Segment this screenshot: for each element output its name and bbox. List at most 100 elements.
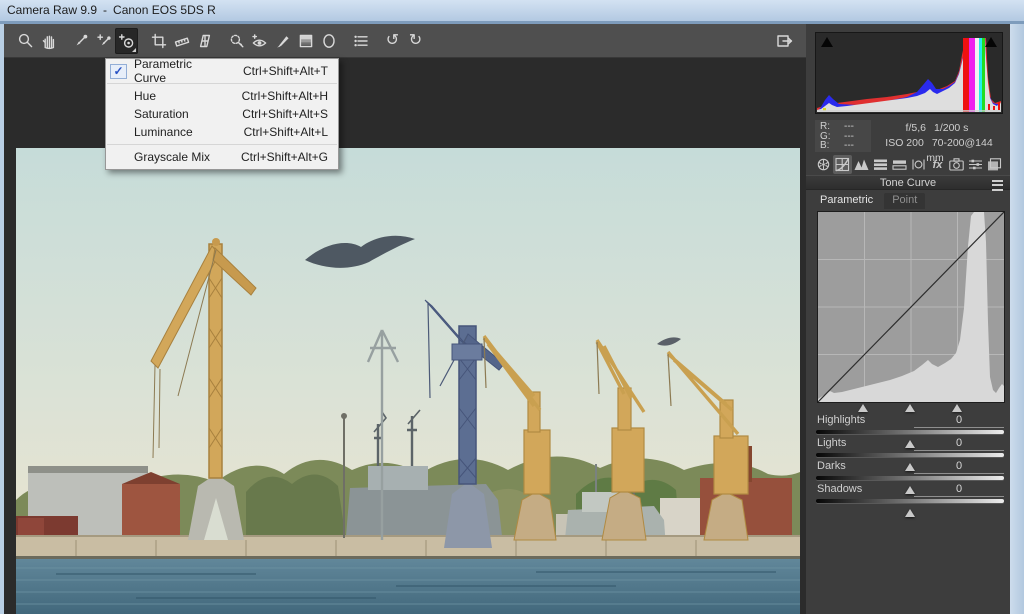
photo-water [16, 559, 800, 614]
toolbar: ↺ ↻ [4, 24, 806, 58]
slider-value-field[interactable]: 0 [914, 460, 1004, 474]
slider-label: Darks [817, 460, 846, 472]
split-toning-icon [891, 157, 908, 172]
shadow-clipping-indicator[interactable] [821, 37, 833, 47]
camera-raw-window: Camera Raw 9.9-Canon EOS 5DS R [0, 0, 1024, 614]
midtone-split-handle[interactable] [905, 404, 915, 412]
aperture-icon [815, 157, 832, 172]
tab-split-toning[interactable] [890, 155, 909, 174]
curve-region-splitters [817, 404, 1005, 413]
tab-point[interactable]: Point [884, 193, 925, 209]
photo-preview[interactable] [16, 148, 800, 614]
slider-track[interactable] [816, 499, 1004, 503]
menu-item-saturation[interactable]: Saturation Ctrl+Shift+Alt+S [106, 105, 338, 123]
adjustment-brush-tool[interactable] [271, 28, 294, 54]
highlight-clipping-indicator[interactable] [985, 37, 997, 47]
menu-item-shortcut: Ctrl+Shift+Alt+T [243, 64, 328, 78]
exposure-info: f/5,61/200 s ISO 20070-200@144 mm [871, 120, 1003, 152]
panel-menu-icon[interactable] [992, 180, 1003, 191]
rotate-ccw-icon: ↺ [386, 33, 399, 49]
tab-tone-curve[interactable] [833, 155, 852, 174]
tab-parametric[interactable]: Parametric [812, 193, 881, 209]
b-label: B: [820, 141, 829, 151]
zoom-tool[interactable] [14, 28, 37, 54]
tab-presets[interactable] [966, 155, 985, 174]
document-title: Canon EOS 5DS R [113, 3, 216, 17]
sharpen-triangles-icon [853, 157, 870, 172]
camera-icon [948, 157, 965, 172]
slider-thumb[interactable] [905, 509, 915, 517]
radial-filter-tool[interactable] [317, 28, 340, 54]
menu-item-label: Saturation [134, 107, 222, 121]
slider-lights: Lights 0 [816, 437, 1004, 459]
tab-lens-corrections[interactable] [909, 155, 928, 174]
aperture-value: f/5,6 [906, 122, 926, 134]
targeted-adjustment-tool[interactable] [115, 28, 138, 54]
preferences-button[interactable] [349, 28, 372, 54]
slider-track[interactable] [816, 453, 1004, 457]
tab-camera-calibration[interactable] [947, 155, 966, 174]
tab-snapshots[interactable] [985, 155, 1004, 174]
tab-hsl-grayscale[interactable] [871, 155, 890, 174]
rotate-right-button[interactable]: ↻ [404, 28, 427, 54]
shadow-split-handle[interactable] [858, 404, 868, 412]
hand-tool[interactable] [37, 28, 60, 54]
adjustments-panel: R:--- G:--- B:--- f/5,61/200 s ISO 20070… [806, 24, 1010, 614]
menu-item-luminance[interactable]: Luminance Ctrl+Shift+Alt+L [106, 123, 338, 141]
menu-item-hue[interactable]: Hue Ctrl+Shift+Alt+H [106, 87, 338, 105]
red-eye-removal-tool[interactable] [248, 28, 271, 54]
tab-basic[interactable] [814, 155, 833, 174]
menu-item-shortcut: Ctrl+Shift+Alt+G [241, 150, 328, 164]
checkmark-slot [110, 89, 127, 104]
rotate-left-button[interactable]: ↺ [381, 28, 404, 54]
menu-item-grayscale-mix[interactable]: Grayscale Mix Ctrl+Shift+Alt+G [106, 148, 338, 166]
highlight-split-handle[interactable] [952, 404, 962, 412]
lens-icon [910, 157, 927, 172]
tab-effects[interactable]: fx [928, 155, 947, 174]
exif-readout: R:--- G:--- B:--- f/5,61/200 s ISO 20070… [815, 120, 1003, 152]
toggle-fullscreen-button[interactable] [773, 28, 796, 54]
rgb-readout: R:--- G:--- B:--- [815, 120, 871, 152]
title-bar[interactable]: Camera Raw 9.9-Canon EOS 5DS R [0, 0, 1024, 21]
menu-item-label: Grayscale Mix [134, 150, 221, 164]
slider-label: Highlights [817, 414, 865, 426]
color-sampler-tool[interactable] [92, 28, 115, 54]
spot-removal-tool[interactable] [225, 28, 248, 54]
tone-curve-icon [834, 157, 851, 172]
menu-item-shortcut: Ctrl+Shift+Alt+S [242, 107, 328, 121]
menu-item-label: Hue [134, 89, 222, 103]
transform-tool[interactable] [193, 28, 216, 54]
tone-curve-title: Tone Curve [880, 177, 936, 189]
slider-value-field[interactable]: 0 [914, 483, 1004, 497]
checkmark-slot [110, 107, 127, 122]
sliders-icon [967, 157, 984, 172]
window-border-right[interactable] [1010, 24, 1024, 614]
white-balance-tool[interactable] [69, 28, 92, 54]
panel-tab-strip: fx [814, 155, 1004, 174]
menu-item-shortcut: Ctrl+Shift+Alt+L [244, 125, 328, 139]
checkmark-icon: ✓ [110, 64, 127, 79]
shutter-value: 1/200 s [934, 122, 968, 134]
histogram[interactable] [815, 32, 1003, 114]
tab-detail[interactable] [852, 155, 871, 174]
hsl-bars-icon [872, 157, 889, 172]
slider-highlights: Highlights 0 [816, 414, 1004, 436]
slider-darks: Darks 0 [816, 460, 1004, 482]
straighten-tool[interactable] [170, 28, 193, 54]
tone-curve-graph[interactable] [817, 211, 1005, 403]
menu-item-parametric-curve[interactable]: ✓ Parametric Curve Ctrl+Shift+Alt+T [106, 62, 338, 80]
slider-shadows: Shadows 0 [816, 483, 1004, 505]
app-title: Camera Raw 9.9 [7, 3, 97, 17]
slider-value-field[interactable]: 0 [914, 437, 1004, 451]
slider-track[interactable] [816, 430, 1004, 434]
checkmark-slot [110, 150, 127, 165]
crop-tool[interactable] [147, 28, 170, 54]
menu-item-shortcut: Ctrl+Shift+Alt+H [242, 89, 328, 103]
rotate-cw-icon: ↻ [409, 33, 422, 49]
slider-value-field[interactable]: 0 [914, 414, 1004, 428]
b-value: --- [844, 141, 854, 151]
slider-track[interactable] [816, 476, 1004, 480]
menu-item-label: Luminance [134, 125, 224, 139]
graduated-filter-tool[interactable] [294, 28, 317, 54]
iso-value: ISO 200 [885, 137, 924, 149]
